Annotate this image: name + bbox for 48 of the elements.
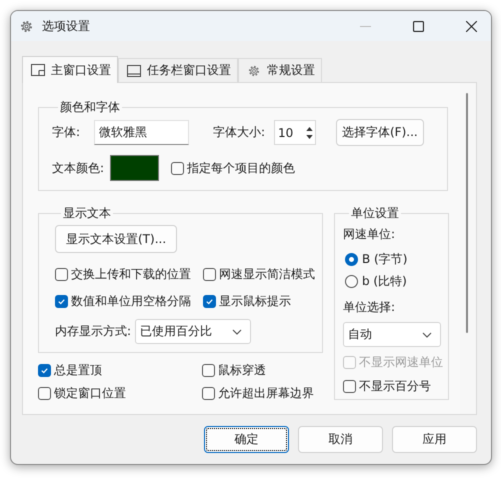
dropdown[interactable]: 自动 bbox=[343, 322, 441, 347]
spin-box[interactable]: 10 bbox=[274, 120, 316, 145]
gear-icon bbox=[19, 18, 34, 34]
dialog-button[interactable]: 确定 bbox=[204, 426, 289, 453]
checkbox[interactable]: 鼠标穿透 bbox=[202, 362, 323, 379]
color-swatch[interactable] bbox=[110, 155, 160, 181]
close-icon[interactable] bbox=[466, 20, 477, 32]
radio-button[interactable]: b (比特) bbox=[345, 271, 407, 291]
field-label: 字体: bbox=[52, 124, 82, 141]
check-icon bbox=[205, 297, 214, 306]
down-arrow-icon[interactable] bbox=[306, 134, 313, 138]
checkbox[interactable]: 总是置顶 bbox=[38, 362, 202, 379]
field-label: 内存显示方式: bbox=[55, 323, 132, 340]
tab[interactable]: 主窗口设置 bbox=[22, 56, 118, 83]
checkbox[interactable]: 显示鼠标提示 bbox=[203, 293, 322, 310]
field-label: 单位选择: bbox=[343, 299, 396, 316]
field-label: 字体大小: bbox=[213, 124, 266, 141]
chevron-down-icon bbox=[422, 332, 432, 338]
tab[interactable]: 常规设置 bbox=[238, 58, 322, 82]
chevron-down-icon bbox=[232, 328, 242, 334]
dialog-button[interactable]: 取消 bbox=[298, 426, 383, 453]
checkbox[interactable]: 交换上传和下载的位置 bbox=[55, 266, 203, 283]
checkbox[interactable]: 数值和单位用空格分隔 bbox=[55, 293, 203, 310]
maximize-icon[interactable] bbox=[413, 20, 424, 32]
tab[interactable]: 任务栏窗口设置 bbox=[118, 58, 238, 82]
check-icon bbox=[57, 297, 66, 306]
gear-icon bbox=[247, 64, 261, 78]
input-field[interactable]: 微软雅黑 bbox=[94, 120, 189, 145]
checkbox[interactable]: 网速显示简洁模式 bbox=[203, 266, 322, 283]
checkbox[interactable]: 不显示百分号 bbox=[343, 378, 431, 394]
window-title: 选项设置 bbox=[42, 18, 90, 34]
group-title: 单位设置 bbox=[350, 205, 400, 222]
text-settings-button[interactable]: 显示文本设置(T)... bbox=[55, 225, 178, 253]
checkbox[interactable]: 允许超出屏幕边界 bbox=[202, 385, 323, 402]
dropdown[interactable]: 已使用百分比 bbox=[135, 319, 252, 344]
checkbox[interactable]: 指定每个项目的颜色 bbox=[171, 160, 296, 176]
dialog-button[interactable]: 应用 bbox=[392, 426, 477, 453]
field-label: 文本颜色: bbox=[52, 160, 104, 176]
up-arrow-icon[interactable] bbox=[306, 126, 313, 130]
window-icon bbox=[31, 64, 45, 76]
group-title: 显示文本 bbox=[62, 205, 112, 222]
checkbox[interactable]: 锁定窗口位置 bbox=[38, 385, 202, 402]
choose-font-button[interactable]: 选择字体(F)... bbox=[336, 119, 424, 146]
group-title: 颜色和字体 bbox=[59, 99, 121, 116]
check-icon bbox=[40, 366, 49, 375]
taskbar-icon bbox=[127, 64, 141, 76]
radio-button[interactable]: B (字节) bbox=[345, 249, 408, 269]
field-label: 网速单位: bbox=[343, 226, 396, 243]
